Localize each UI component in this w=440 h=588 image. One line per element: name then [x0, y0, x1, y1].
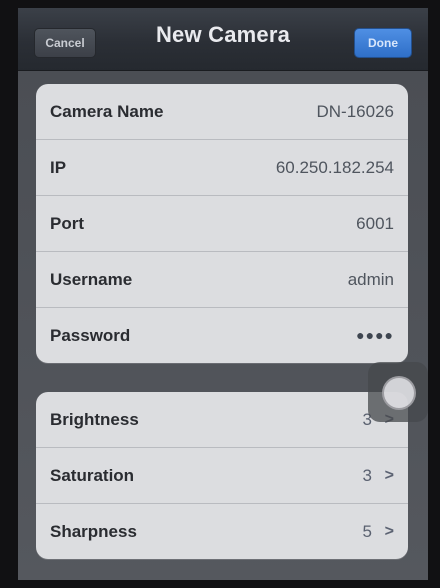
brightness-row[interactable]: Brightness 3 >: [36, 392, 408, 448]
ip-row[interactable]: IP 60.250.182.254: [36, 140, 408, 196]
device-frame: Cancel New Camera Done Camera Name DN-16…: [0, 0, 440, 588]
camera-name-field[interactable]: DN-16026: [317, 84, 395, 139]
ip-field[interactable]: 60.250.182.254: [276, 140, 394, 195]
image-settings-group: Brightness 3 > Saturation 3 > Sharpness …: [36, 392, 408, 559]
camera-name-row[interactable]: Camera Name DN-16026: [36, 84, 408, 140]
port-label: Port: [50, 214, 84, 233]
chevron-right-icon: >: [384, 523, 394, 540]
sharpness-value: 5: [362, 522, 372, 541]
camera-name-label: Camera Name: [50, 102, 164, 121]
chevron-right-icon: >: [384, 467, 394, 484]
sharpness-row[interactable]: Sharpness 5 >: [36, 504, 408, 559]
port-row[interactable]: Port 6001: [36, 196, 408, 252]
saturation-row[interactable]: Saturation 3 >: [36, 448, 408, 504]
username-row[interactable]: Username admin: [36, 252, 408, 308]
port-field[interactable]: 6001: [356, 196, 394, 251]
saturation-value: 3: [362, 466, 372, 485]
username-field[interactable]: admin: [348, 252, 394, 307]
assistive-touch-ring: [382, 376, 416, 410]
navigation-bar: Cancel New Camera Done: [18, 8, 428, 71]
password-label: Password: [50, 326, 131, 345]
saturation-label: Saturation: [50, 466, 135, 485]
sharpness-label: Sharpness: [50, 522, 137, 541]
done-button[interactable]: Done: [354, 28, 412, 58]
password-field[interactable]: ●●●●: [356, 308, 394, 363]
camera-settings-group: Camera Name DN-16026 IP 60.250.182.254 P…: [36, 84, 408, 363]
brightness-label: Brightness: [50, 410, 139, 429]
password-row[interactable]: Password ●●●●: [36, 308, 408, 363]
screen: Cancel New Camera Done Camera Name DN-16…: [18, 8, 428, 580]
assistive-touch-icon[interactable]: [368, 362, 428, 422]
username-label: Username: [50, 270, 133, 289]
ip-label: IP: [50, 158, 67, 177]
